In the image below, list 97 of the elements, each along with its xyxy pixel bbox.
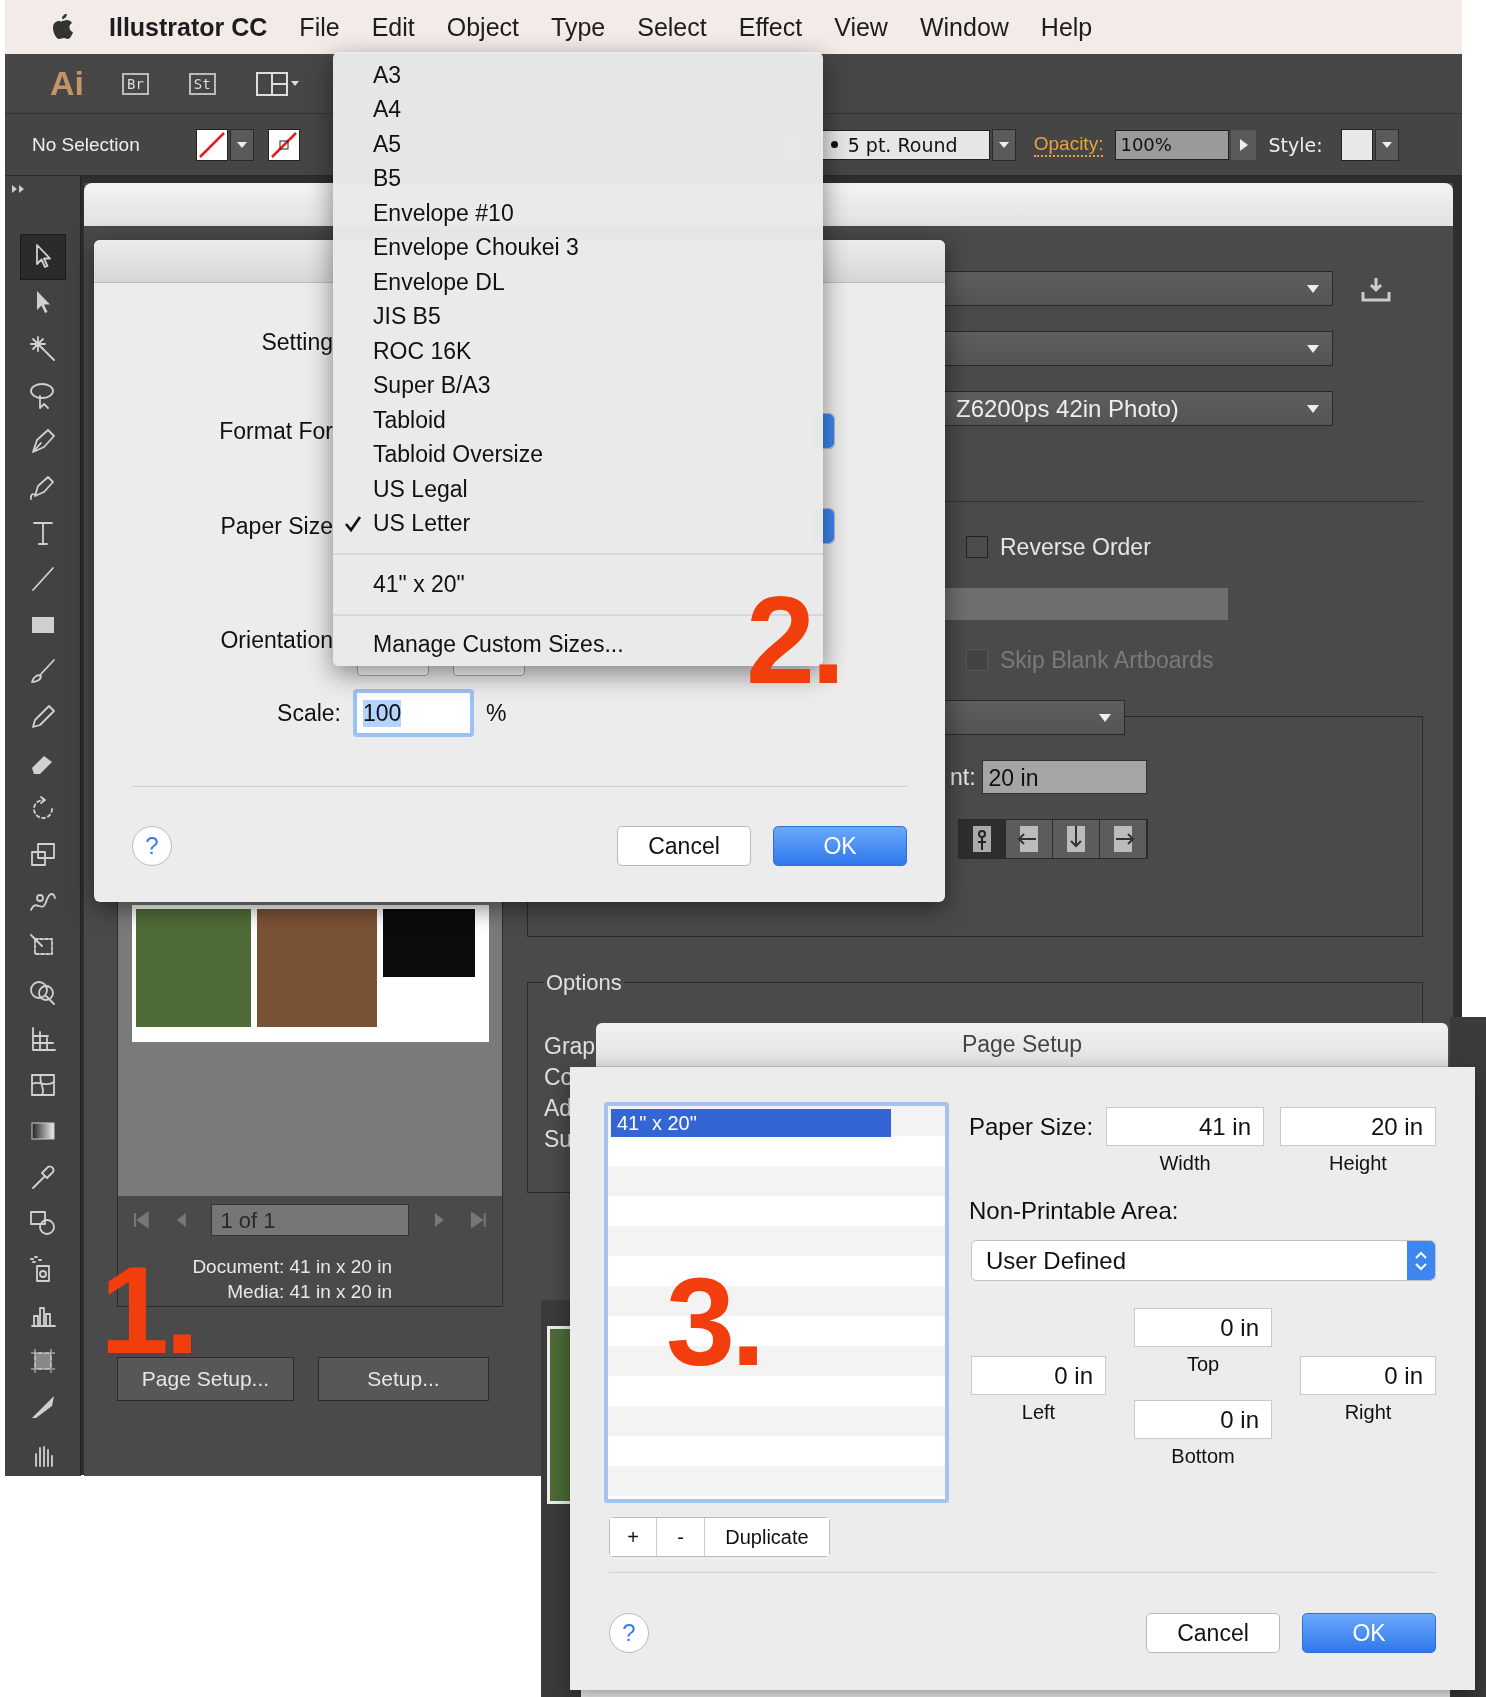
- app-button[interactable]: St: [188, 72, 216, 95]
- checkmark-icon: [344, 514, 362, 533]
- dialog-title: Page Setup: [596, 1023, 1448, 1067]
- menu-item[interactable]: Envelope #10: [333, 196, 823, 231]
- menu-item[interactable]: View: [818, 12, 904, 42]
- menu-item[interactable]: A3: [333, 58, 823, 93]
- placement-button[interactable]: [1100, 820, 1147, 858]
- collapse-icon: [11, 184, 25, 194]
- page-setup-button[interactable]: Page Setup...: [117, 1357, 294, 1401]
- menu-item[interactable]: Type: [535, 12, 622, 42]
- menu-item[interactable]: Object: [430, 12, 535, 42]
- field-caption: Left: [1020, 1401, 1057, 1424]
- stroke-swatch[interactable]: [267, 128, 300, 161]
- fill-swatch[interactable]: [195, 128, 228, 161]
- layout-icon[interactable]: [255, 70, 300, 97]
- caret-icon: [1374, 128, 1399, 161]
- menu-item[interactable]: Super B/A3: [333, 368, 823, 403]
- document-size: Document: 41 in x 20 in: [192, 1255, 392, 1279]
- download-icon[interactable]: [1361, 275, 1391, 302]
- height-field[interactable]: 20 in: [981, 760, 1147, 794]
- width-field[interactable]: 41 in: [1106, 1107, 1264, 1146]
- field-caption: Right: [1343, 1401, 1393, 1424]
- shape-builder-icon: [27, 978, 58, 1008]
- menu-item[interactable]: US Letter: [333, 506, 823, 541]
- checkbox[interactable]: [966, 536, 988, 558]
- margin-field[interactable]: 0 in: [1300, 1356, 1436, 1395]
- margin-field[interactable]: 0 in: [971, 1356, 1106, 1395]
- placement-button[interactable]: [1053, 820, 1100, 858]
- menu-item[interactable]: Effect: [722, 12, 819, 42]
- opacity-field[interactable]: 100%: [1115, 129, 1230, 160]
- add-button[interactable]: +: [610, 1518, 657, 1556]
- margin-field[interactable]: 0 in: [1134, 1308, 1272, 1347]
- opacity-link[interactable]: Opacity:: [1033, 132, 1104, 157]
- dropdown-value: Z6200ps 42in Photo): [955, 394, 1179, 423]
- app-button[interactable]: Br: [122, 72, 149, 95]
- menu-item[interactable]: Tabloid: [333, 403, 823, 438]
- field-label: Setting: [260, 328, 333, 356]
- placement-button[interactable]: [959, 820, 1006, 858]
- field-label: nt:: [950, 763, 976, 791]
- field-caption: Bottom: [1170, 1445, 1236, 1468]
- app-menu[interactable]: Illustrator CC: [109, 12, 268, 42]
- setup-button[interactable]: Setup...: [318, 1357, 489, 1401]
- menu-item[interactable]: US Legal: [333, 472, 823, 507]
- field-label: Format For: [218, 417, 333, 445]
- field-caption: Top: [1185, 1353, 1221, 1376]
- help-button[interactable]: ?: [132, 826, 172, 866]
- tool-button[interactable]: [19, 234, 66, 280]
- cancel-button[interactable]: Cancel: [1146, 1613, 1280, 1653]
- field-caption: Height: [1328, 1152, 1388, 1175]
- caret-icon: [1306, 403, 1320, 414]
- app-logo: Ai: [50, 64, 84, 103]
- caret-icon: [991, 128, 1016, 161]
- step-number: 2.: [746, 578, 842, 702]
- caret-icon: [1306, 283, 1320, 294]
- dropdown-value: 5 pt. Round: [847, 133, 958, 156]
- option-label: Ad: [544, 1096, 573, 1121]
- step-number: 3.: [666, 1260, 762, 1384]
- menu-item[interactable]: Window: [903, 12, 1025, 42]
- menu-item[interactable]: File: [283, 12, 356, 42]
- unit-label: %: [486, 699, 507, 727]
- caret-icon: [1306, 343, 1320, 354]
- field-caption: Width: [1158, 1152, 1212, 1175]
- menu-item[interactable]: JIS B5: [333, 299, 823, 334]
- field-label: Orientation: [219, 626, 333, 655]
- blend-icon: [27, 1208, 58, 1238]
- margin-field[interactable]: 0 in: [1134, 1400, 1272, 1439]
- menu-item[interactable]: Tabloid Oversize: [333, 437, 823, 472]
- bullet-icon: [830, 141, 838, 148]
- wand-icon: [27, 334, 58, 364]
- menu-item[interactable]: Envelope DL: [333, 265, 823, 300]
- help-button[interactable]: ?: [609, 1613, 649, 1653]
- menu-item[interactable]: B5: [333, 161, 823, 196]
- height-field[interactable]: 20 in: [1280, 1107, 1436, 1146]
- selection-label: No Selection: [32, 133, 140, 156]
- popup-button[interactable]: User Defined: [971, 1240, 1436, 1281]
- caret-icon: [229, 128, 254, 161]
- field-label: Non-Printable Area:: [969, 1197, 1180, 1225]
- caret-icon: [1098, 712, 1112, 723]
- field-label: Paper Size:: [969, 1112, 1095, 1141]
- list-item[interactable]: 41" x 20": [611, 1109, 891, 1137]
- scale-field[interactable]: 100: [353, 689, 474, 737]
- menu-item[interactable]: Select: [621, 12, 723, 42]
- menu-item[interactable]: Edit: [355, 12, 431, 42]
- field-label: Scale:: [276, 699, 341, 727]
- menu-item[interactable]: A4: [333, 92, 823, 127]
- style-swatch[interactable]: [1340, 128, 1373, 161]
- option-label: Grap: [544, 1034, 596, 1059]
- checkbox-label: Reverse Order: [1000, 533, 1151, 561]
- field-label: Paper Size: [219, 512, 333, 540]
- menu-item[interactable]: ROC 16K: [333, 334, 823, 369]
- menu-item[interactable]: Envelope Choukei 3: [333, 230, 823, 265]
- option-label: Su: [544, 1127, 573, 1152]
- cancel-button[interactable]: Cancel: [617, 826, 751, 866]
- placement-button[interactable]: [1006, 820, 1053, 858]
- style-label: Style:: [1268, 133, 1323, 156]
- menu-item[interactable]: Help: [1024, 12, 1109, 42]
- media-size: Media: 41 in x 20 in: [227, 1280, 392, 1304]
